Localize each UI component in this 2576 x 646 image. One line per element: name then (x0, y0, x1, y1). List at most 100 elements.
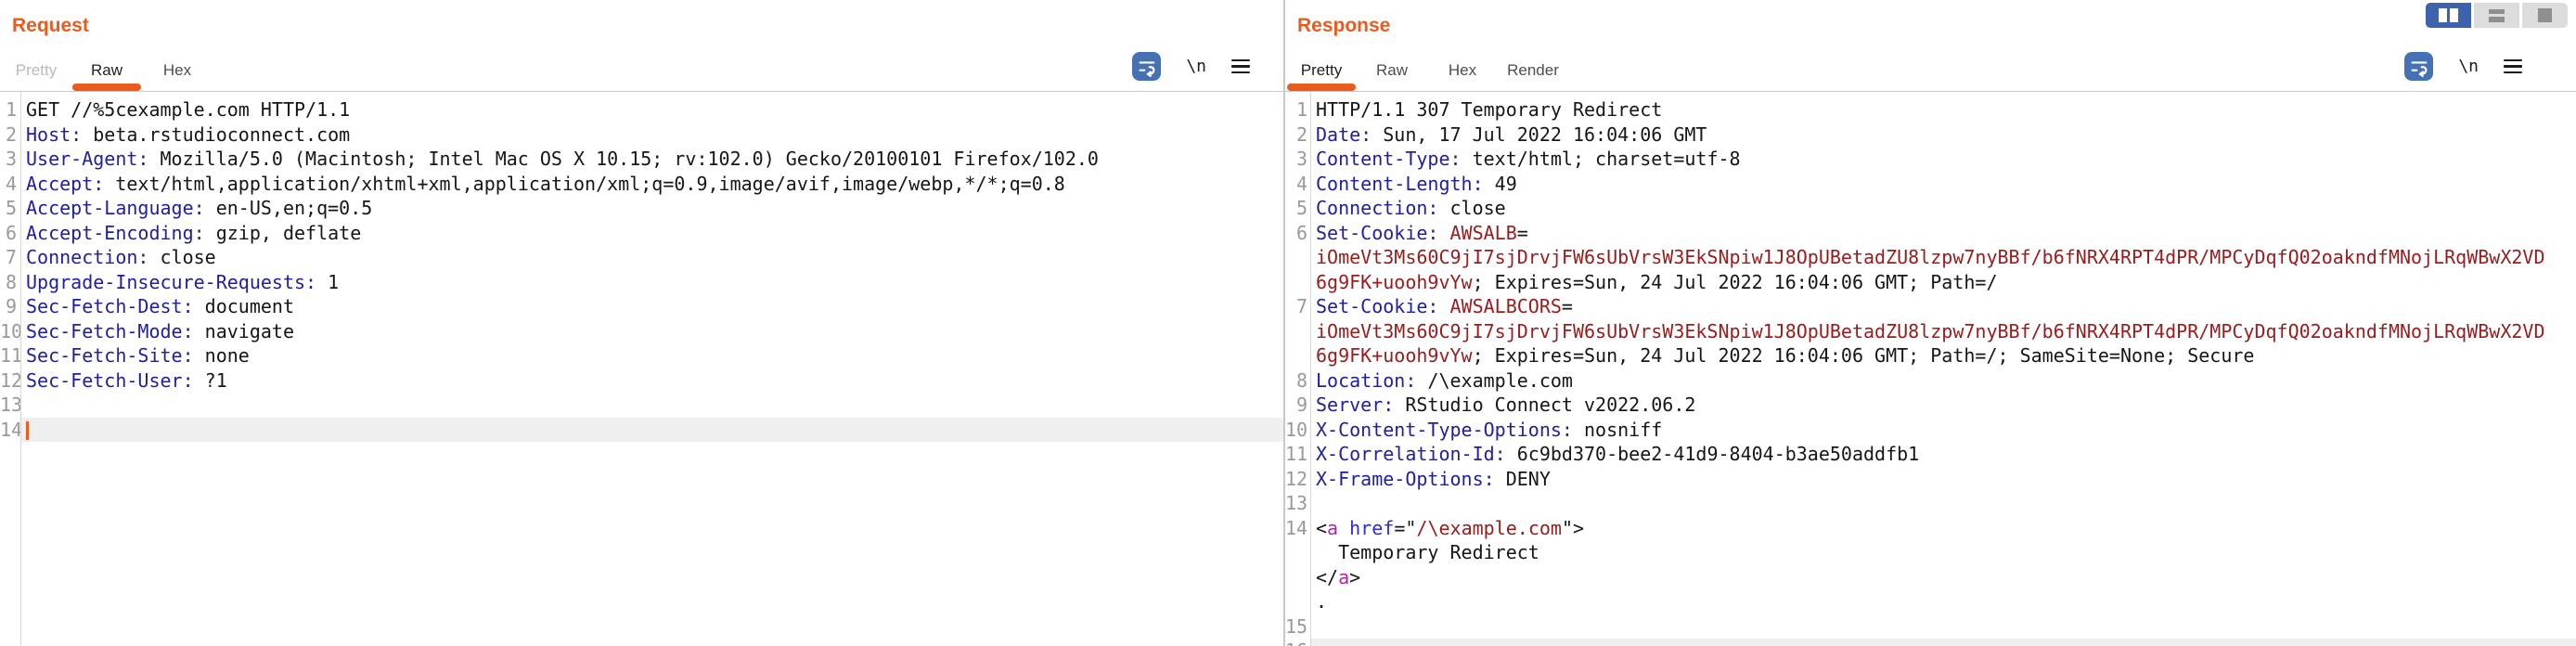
header-name: X-Content-Type-Options: (1316, 419, 1573, 441)
tab-hex[interactable]: Hex (142, 52, 213, 91)
tab-pretty[interactable]: Pretty (1, 52, 71, 91)
line-number: 12 (0, 368, 20, 394)
split-rows-button[interactable] (2474, 3, 2519, 28)
header-name: Sec-Fetch-Site: (26, 344, 194, 367)
code-line[interactable]: iOmeVt3Ms60C9jI7sjDrvjFW6sUbVrsW3EkSNpiw… (1311, 319, 2576, 344)
request-code[interactable]: GET //%5cexample.com HTTP/1.1Host: beta.… (21, 92, 1283, 646)
code-text: Temporary Redirect (1316, 541, 1539, 563)
code-line[interactable]: 6g9FK+uooh9vYw; Expires=Sun, 24 Jul 2022… (1311, 343, 2576, 368)
code-line[interactable]: X-Frame-Options: DENY (1311, 467, 2576, 492)
line-number: 10 (0, 319, 20, 344)
line-number: 4 (0, 172, 20, 197)
html-attribute: href (1349, 517, 1394, 539)
code-line[interactable]: Host: beta.rstudioconnect.com (21, 123, 1283, 148)
code-line[interactable]: Set-Cookie: AWSALB= (1311, 221, 2576, 246)
code-line[interactable]: X-Correlation-Id: 6c9bd370-bee2-41d9-840… (1311, 442, 2576, 467)
code-text: /\example.com (1416, 369, 1573, 392)
word-wrap-icon[interactable] (2404, 52, 2433, 81)
code-text: en-US,en;q=0.5 (205, 197, 373, 219)
code-text: ?1 (194, 369, 227, 392)
line-number: 1 (0, 97, 20, 123)
line-number: 1 (1285, 97, 1310, 123)
line-number: 9 (0, 294, 20, 319)
code-line[interactable]: Server: RStudio Connect v2022.06.2 (1311, 393, 2576, 418)
code-line[interactable] (21, 393, 1283, 418)
tab-label: Hex (142, 61, 213, 80)
active-tab-underline (72, 84, 141, 91)
line-number (1285, 540, 1310, 565)
code-line[interactable]: <a href="/\example.com"> (1311, 516, 2576, 541)
line-number: 5 (0, 196, 20, 221)
code-text: close (1438, 197, 1505, 219)
line-number: 12 (1285, 467, 1310, 492)
code-text: close (148, 246, 215, 268)
code-line[interactable]: Accept: text/html,application/xhtml+xml,… (21, 172, 1283, 197)
tab-hex[interactable]: Hex (1427, 52, 1498, 91)
code-text: navigate (194, 320, 294, 342)
code-line[interactable]: Sec-Fetch-Site: none (21, 343, 1283, 368)
code-line[interactable]: Accept-Encoding: gzip, deflate (21, 221, 1283, 246)
tab-render[interactable]: Render (1498, 52, 1568, 91)
code-text: RStudio Connect v2022.06.2 (1394, 394, 1695, 416)
header-name: Set-Cookie: (1316, 295, 1438, 317)
code-line[interactable]: Content-Type: text/html; charset=utf-8 (1311, 147, 2576, 172)
code-line[interactable]: Set-Cookie: AWSALBCORS= (1311, 294, 2576, 319)
code-line[interactable] (21, 418, 1283, 443)
code-line[interactable]: GET //%5cexample.com HTTP/1.1 (21, 97, 1283, 123)
header-name: User-Agent: (26, 148, 148, 170)
response-tabs: PrettyRawHexRender (1286, 52, 1568, 91)
newline-icon[interactable]: \n (1186, 57, 1206, 76)
code-text: Sun, 17 Jul 2022 16:04:06 GMT (1372, 123, 1707, 146)
word-wrap-icon[interactable] (1132, 52, 1161, 81)
code-line[interactable]: Sec-Fetch-Mode: navigate (21, 319, 1283, 344)
code-line[interactable]: Location: /\example.com (1311, 368, 2576, 394)
code-line[interactable]: Upgrade-Insecure-Requests: 1 (21, 270, 1283, 295)
code-line[interactable]: Sec-Fetch-Dest: document (21, 294, 1283, 319)
code-line[interactable]: . (1311, 589, 2576, 614)
line-number: 16 (1285, 639, 1310, 646)
line-number: 9 (1285, 393, 1310, 418)
code-line[interactable]: Connection: close (1311, 196, 2576, 221)
code-text: ; Expires=Sun, 24 Jul 2022 16:04:06 GMT;… (1473, 271, 1998, 293)
code-line[interactable]: Date: Sun, 17 Jul 2022 16:04:06 GMT (1311, 123, 2576, 148)
code-text: =" (1394, 517, 1416, 539)
cookie-value: AWSALBCORS (1450, 295, 1562, 317)
newline-icon[interactable]: \n (2458, 57, 2479, 76)
code-line[interactable] (1311, 639, 2576, 646)
code-line[interactable]: 6g9FK+uooh9vYw; Expires=Sun, 24 Jul 2022… (1311, 270, 2576, 295)
cookie-value: 6g9FK+uooh9vYw (1316, 271, 1473, 293)
code-line[interactable]: Temporary Redirect (1311, 540, 2576, 565)
code-text: beta.rstudioconnect.com (82, 123, 350, 146)
code-text: 1 (316, 271, 339, 293)
code-line[interactable]: Accept-Language: en-US,en;q=0.5 (21, 196, 1283, 221)
code-line[interactable]: User-Agent: Mozilla/5.0 (Macintosh; Inte… (21, 147, 1283, 172)
code-line[interactable]: </a> (1311, 565, 2576, 590)
code-line[interactable]: Content-Length: 49 (1311, 172, 2576, 197)
code-line[interactable] (1311, 614, 2576, 640)
code-line[interactable]: iOmeVt3Ms60C9jI7sjDrvjFW6sUbVrsW3EkSNpiw… (1311, 245, 2576, 270)
single-panel-button[interactable] (2522, 3, 2568, 28)
header-name: Accept: (26, 173, 104, 195)
active-tab-underline (1287, 84, 1356, 91)
header-name: Server: (1316, 394, 1394, 416)
tab-raw[interactable]: Raw (1357, 52, 1427, 91)
menu-icon[interactable] (1231, 59, 1250, 74)
tab-label: Pretty (1286, 61, 1357, 80)
code-line[interactable]: Connection: close (21, 245, 1283, 270)
tab-raw[interactable]: Raw (71, 52, 142, 91)
response-code[interactable]: HTTP/1.1 307 Temporary RedirectDate: Sun… (1311, 92, 2576, 646)
code-line[interactable]: X-Content-Type-Options: nosniff (1311, 418, 2576, 443)
menu-icon[interactable] (2504, 59, 2522, 74)
code-text: DENY (1495, 468, 1551, 490)
request-panel: Request PrettyRawHex \n 1234567891011121… (0, 0, 1285, 646)
code-line[interactable]: HTTP/1.1 307 Temporary Redirect (1311, 97, 2576, 123)
line-number: 3 (0, 147, 20, 172)
tab-pretty[interactable]: Pretty (1286, 52, 1357, 91)
cookie-value: iOmeVt3Ms60C9jI7sjDrvjFW6sUbVrsW3EkSNpiw… (1316, 246, 2545, 268)
header-name: X-Correlation-Id: (1316, 443, 1506, 465)
split-columns-button[interactable] (2426, 3, 2471, 28)
code-text: < (1316, 517, 1327, 539)
code-text: . (1316, 590, 1327, 613)
code-line[interactable]: Sec-Fetch-User: ?1 (21, 368, 1283, 394)
code-line[interactable] (1311, 491, 2576, 516)
